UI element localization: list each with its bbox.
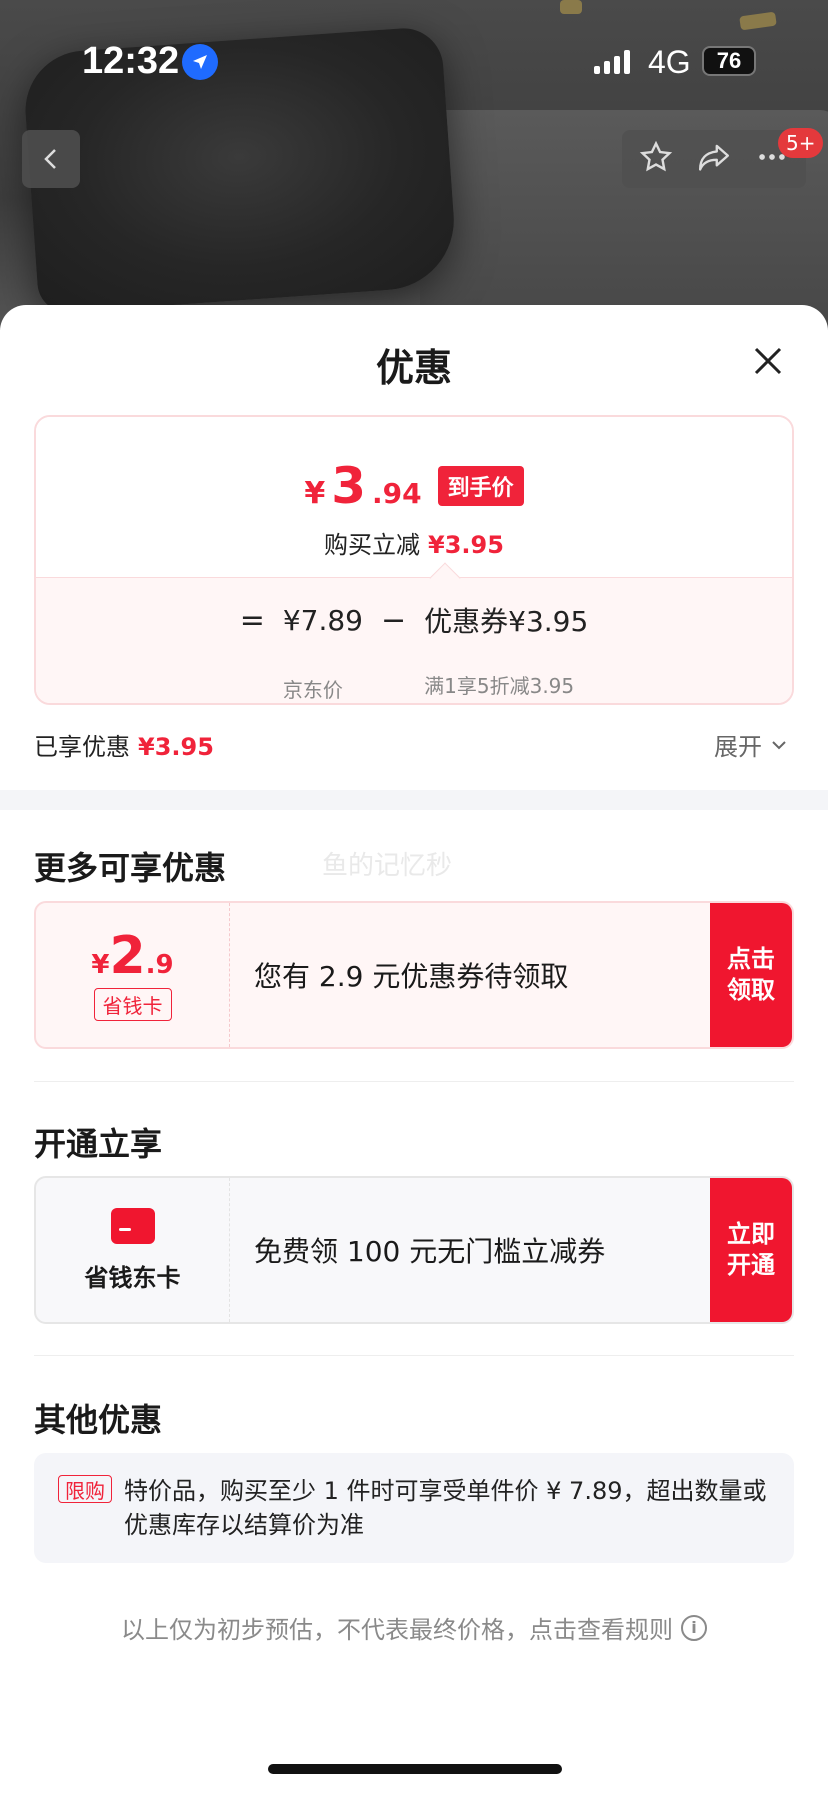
purchase-limit-tag: 限购 xyxy=(58,1475,112,1503)
coupon-offer-card: ¥ 2 .9 省钱卡 您有 2.9 元优惠券待领取 点击领取 xyxy=(34,901,794,1049)
share-icon[interactable] xyxy=(696,140,732,178)
final-price-decimal: .94 xyxy=(372,477,422,510)
coupon-decimal: .9 xyxy=(145,949,174,980)
network-type: 4G xyxy=(648,44,691,80)
location-arrow-icon xyxy=(182,44,218,80)
close-icon xyxy=(754,347,782,375)
credit-card-icon xyxy=(110,1207,155,1244)
final-price-currency: ¥ xyxy=(304,476,326,511)
home-indicator[interactable] xyxy=(268,1764,562,1774)
other-offers-title: 其他优惠 xyxy=(34,1401,163,1439)
chevron-down-icon xyxy=(772,740,786,749)
status-time: 12:32 xyxy=(82,40,180,82)
coupon-integer: 2 xyxy=(109,925,146,986)
watermark-text: 鱼的记忆秒 xyxy=(322,851,453,881)
enjoyed-discount-amount: ¥3.95 xyxy=(138,733,214,761)
status-bar: 12:32 4G 76 xyxy=(0,0,828,120)
jd-price-label: 京东价 xyxy=(282,677,343,702)
price-breakdown: = ¥7.89 京东价 − 优惠券¥3.95 满1享5折减3.95 xyxy=(36,577,792,703)
final-price-section: ¥ 3 .94 到手价 购买立减 ¥3.95 xyxy=(36,417,792,577)
claim-coupon-button[interactable]: 点击领取 xyxy=(710,903,792,1047)
section-divider-line xyxy=(34,1355,794,1356)
notification-badge: 5+ xyxy=(778,128,824,158)
more-offers-title: 更多可享优惠 xyxy=(34,849,227,887)
instant-discount-amount: ¥3.95 xyxy=(428,531,504,559)
enjoyed-discount-label: 已享优惠 xyxy=(34,733,130,761)
chevron-left-icon xyxy=(44,149,56,169)
other-offer-text: 特价品，购买至少 1 件时可享受单件价 ¥ 7.89，超出数量或优惠库存以结算价… xyxy=(124,1477,767,1539)
coupon-amount: 优惠券¥3.95 xyxy=(424,605,589,638)
instant-discount-label: 购买立减 xyxy=(324,531,421,559)
equals-sign: = xyxy=(239,602,265,638)
coupon-value: ¥ 2 .9 xyxy=(91,930,173,982)
instant-discount-line: 购买立减 ¥3.95 xyxy=(36,525,792,560)
expand-label: 展开 xyxy=(714,733,762,761)
membership-card-block: 省钱东卡 xyxy=(36,1178,230,1322)
discount-sheet: 优惠 ¥ 3 .94 到手价 购买立减¥3.95 = ¥7.89 京东价 − xyxy=(0,305,828,1796)
final-price: ¥ 3 .94 到手价 xyxy=(36,457,792,515)
coupon-currency: ¥ xyxy=(91,949,110,980)
coupon-value-block: ¥ 2 .9 省钱卡 xyxy=(36,903,230,1047)
price-equation: = ¥7.89 京东价 − 优惠券¥3.95 满1享5折减3.95 xyxy=(36,600,792,702)
jd-price: ¥7.89 xyxy=(282,603,363,637)
jd-price-block: ¥7.89 京东价 xyxy=(282,603,363,702)
minus-sign: − xyxy=(381,602,407,638)
rules-link[interactable]: 以上仅为初步预估，不代表最终价格，点击查看规则 i xyxy=(0,1610,828,1645)
membership-card-name: 省钱东卡 xyxy=(84,1263,181,1292)
back-button[interactable] xyxy=(22,130,80,188)
membership-offer-text: 免费领 100 元无门槛立减券 xyxy=(254,1235,606,1268)
final-price-integer: 3 xyxy=(331,457,367,515)
favorite-star-icon[interactable] xyxy=(639,140,673,178)
final-price-card: ¥ 3 .94 到手价 购买立减 ¥3.95 = ¥7.89 京东价 − 优惠券¥… xyxy=(34,415,794,705)
enjoyed-discount: 已享优惠 ¥3.95 xyxy=(34,727,214,762)
close-button[interactable] xyxy=(750,343,786,379)
other-offer-item: 限购 特价品，购买至少 1 件时可享受单件价 ¥ 7.89，超出数量或优惠库存以… xyxy=(34,1453,794,1563)
open-membership-button[interactable]: 立即开通 xyxy=(710,1178,792,1322)
saving-card-tag: 省钱卡 xyxy=(93,987,172,1021)
coupon-offer-text: 您有 2.9 元优惠券待领取 xyxy=(254,960,569,993)
info-icon: i xyxy=(681,1614,707,1641)
sheet-title: 优惠 xyxy=(375,346,452,390)
coupon-block: 优惠券¥3.95 满1享5折减3.95 xyxy=(424,600,589,698)
rules-link-text: 以上仅为初步预估，不代表最终价格，点击查看规则 xyxy=(121,1616,673,1644)
expand-button[interactable]: 展开 xyxy=(714,727,788,762)
section-divider-line xyxy=(34,1081,794,1082)
section-divider xyxy=(0,790,828,810)
battery-icon: 76 xyxy=(702,46,756,76)
cellular-signal-icon xyxy=(594,50,630,74)
coupon-condition: 满1享5折减3.95 xyxy=(424,674,575,698)
membership-offer-card: 省钱东卡 免费领 100 元无门槛立减券 立即开通 xyxy=(34,1176,794,1324)
final-price-tag: 到手价 xyxy=(437,466,524,506)
open-membership-title: 开通立享 xyxy=(34,1125,163,1163)
